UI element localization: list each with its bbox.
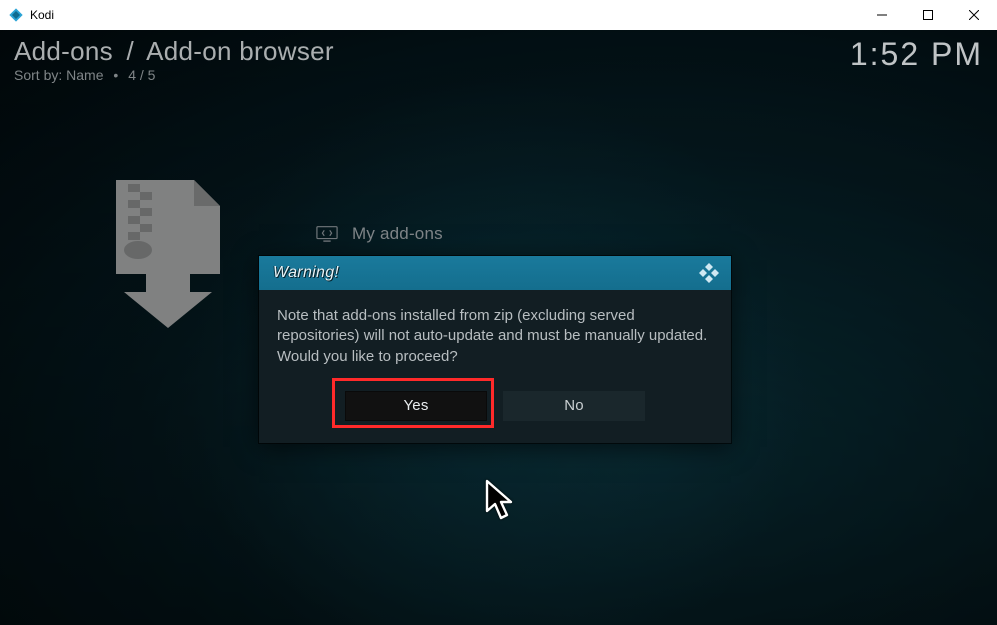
kodi-viewport: Add-ons / Add-on browser Sort by: Name •… xyxy=(0,30,997,625)
dialog-body: Note that add-ons installed from zip (ex… xyxy=(259,290,731,375)
mouse-cursor-icon xyxy=(482,478,520,524)
window-close-button[interactable] xyxy=(951,0,997,30)
window-minimize-button[interactable] xyxy=(859,0,905,30)
dialog-footer: Yes No xyxy=(259,375,731,443)
warning-dialog: Warning! Note that add-ons installed fro… xyxy=(259,256,731,443)
window-titlebar: Kodi xyxy=(0,0,997,30)
kodi-logo-icon xyxy=(697,261,721,285)
kodi-logo-icon xyxy=(8,7,24,23)
no-button[interactable]: No xyxy=(503,391,645,421)
yes-button[interactable]: Yes xyxy=(345,391,487,421)
window-title: Kodi xyxy=(30,8,54,22)
dialog-title: Warning! xyxy=(273,264,339,282)
window-maximize-button[interactable] xyxy=(905,0,951,30)
